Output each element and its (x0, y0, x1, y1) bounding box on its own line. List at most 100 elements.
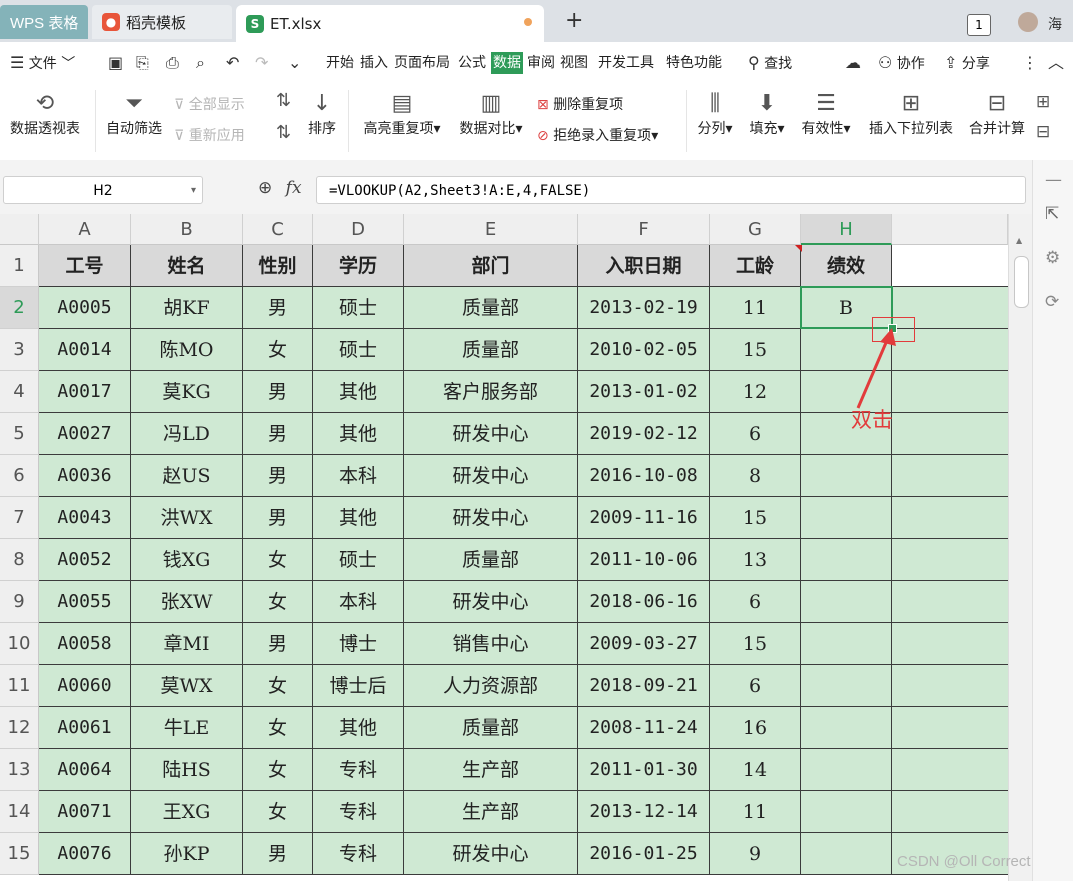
column-header-c[interactable]: C (243, 214, 313, 245)
table-cell[interactable]: 11 (710, 287, 801, 329)
table-cell[interactable]: 王XG (131, 791, 243, 833)
table-cell[interactable]: 14 (710, 749, 801, 791)
settings-sliders-icon[interactable]: ⚙ (1045, 248, 1060, 268)
table-cell[interactable] (801, 581, 892, 623)
history-icon[interactable]: ⟳ (1045, 292, 1059, 312)
insert-dropdown-button[interactable]: ⊞ 插入下拉列表 (864, 90, 958, 138)
table-cell[interactable]: 12 (710, 371, 801, 413)
table-cell[interactable]: 女 (243, 749, 313, 791)
reapply-button[interactable]: ⊽ 重新应用 (174, 125, 245, 145)
table-cell[interactable]: 质量部 (404, 329, 578, 371)
table-cell[interactable]: 其他 (313, 371, 404, 413)
table-cell[interactable]: 客户服务部 (404, 371, 578, 413)
tab-wps-sheets[interactable]: WPS 表格 (0, 5, 88, 39)
table-cell-blank[interactable] (892, 413, 1008, 455)
table-cell-blank[interactable] (892, 245, 1008, 287)
table-cell[interactable]: 牛LE (131, 707, 243, 749)
table-cell[interactable]: 2009-03-27 (578, 623, 710, 665)
table-cell[interactable]: 6 (710, 665, 801, 707)
avatar[interactable] (1018, 12, 1038, 32)
table-cell[interactable] (801, 665, 892, 707)
tab-et-xlsx[interactable]: S ET.xlsx (236, 5, 544, 42)
ribbon-more-icon[interactable]: ⊞ (1036, 92, 1050, 112)
row-header-12[interactable]: 12 (0, 707, 39, 749)
table-cell[interactable]: A0052 (39, 539, 131, 581)
row-header-8[interactable]: 8 (0, 539, 39, 581)
table-cell-blank[interactable] (892, 791, 1008, 833)
table-cell[interactable]: 8 (710, 455, 801, 497)
table-cell[interactable]: 2016-10-08 (578, 455, 710, 497)
table-cell[interactable]: 研发中心 (404, 455, 578, 497)
table-cell[interactable]: 男 (243, 833, 313, 875)
table-cell[interactable]: A0076 (39, 833, 131, 875)
table-cell[interactable]: 15 (710, 623, 801, 665)
table-cell[interactable]: A0058 (39, 623, 131, 665)
table-header-cell[interactable]: 绩效 (801, 245, 892, 287)
row-header-5[interactable]: 5 (0, 413, 39, 455)
collab-button[interactable]: ⚇ 协作 (878, 52, 925, 74)
show-all-button[interactable]: ⊽ 全部显示 (174, 94, 245, 114)
table-cell[interactable]: 孙KP (131, 833, 243, 875)
table-cell[interactable]: 2009-11-16 (578, 497, 710, 539)
sort-descending-icon[interactable]: ⇅ (276, 122, 291, 143)
undo-icon[interactable]: ↶ (226, 52, 239, 74)
window-count-badge[interactable]: 1 (967, 14, 991, 36)
print-icon[interactable]: ⎙ (166, 52, 179, 74)
table-cell[interactable]: 13 (710, 539, 801, 581)
table-cell[interactable]: 2010-02-05 (578, 329, 710, 371)
table-cell[interactable]: 莫KG (131, 371, 243, 413)
panel-toggle-icon[interactable]: — (1045, 170, 1062, 190)
table-cell[interactable]: 2011-01-30 (578, 749, 710, 791)
table-header-cell[interactable]: 工号 (39, 245, 131, 287)
table-cell[interactable]: 质量部 (404, 287, 578, 329)
table-cell[interactable]: 研发中心 (404, 833, 578, 875)
sort-button[interactable]: ↓ 排序 (304, 90, 340, 138)
table-cell[interactable]: 女 (243, 665, 313, 707)
redo-icon[interactable]: ↷ (255, 52, 268, 74)
delete-duplicates-button[interactable]: ⊠ 删除重复项 (537, 94, 623, 114)
menu-review[interactable]: 审阅 (527, 52, 555, 74)
vertical-scrollbar[interactable]: ▲ (1008, 214, 1033, 881)
table-cell-blank[interactable] (892, 455, 1008, 497)
table-cell[interactable]: 陈MO (131, 329, 243, 371)
column-header-a[interactable]: A (39, 214, 131, 245)
table-cell[interactable]: 硕士 (313, 329, 404, 371)
formula-input[interactable]: =VLOOKUP(A2,Sheet3!A:E,4,FALSE) (316, 176, 1026, 204)
row-header-13[interactable]: 13 (0, 749, 39, 791)
table-cell[interactable]: 销售中心 (404, 623, 578, 665)
column-header-g[interactable]: G (710, 214, 801, 245)
table-cell[interactable]: 质量部 (404, 707, 578, 749)
table-cell[interactable]: 洪WX (131, 497, 243, 539)
table-cell[interactable]: 赵US (131, 455, 243, 497)
table-cell-blank[interactable] (892, 665, 1008, 707)
table-cell[interactable]: A0017 (39, 371, 131, 413)
quick-access-dropdown-icon[interactable]: ⌄ (288, 52, 301, 74)
table-cell[interactable]: 15 (710, 497, 801, 539)
table-cell[interactable]: 博士 (313, 623, 404, 665)
table-header-cell[interactable]: 部门 (404, 245, 578, 287)
table-cell[interactable]: 胡KF (131, 287, 243, 329)
table-cell-blank[interactable] (892, 581, 1008, 623)
table-header-cell[interactable]: 姓名 (131, 245, 243, 287)
fill-button[interactable]: ⬇ 填充▾ (745, 90, 789, 138)
table-cell[interactable]: 张XW (131, 581, 243, 623)
table-cell[interactable]: 生产部 (404, 749, 578, 791)
column-header-h[interactable]: H (801, 214, 892, 245)
table-cell[interactable]: 女 (243, 539, 313, 581)
table-cell[interactable]: 男 (243, 455, 313, 497)
select-all-corner[interactable] (0, 214, 39, 245)
table-cell[interactable]: 2011-10-06 (578, 539, 710, 581)
table-cell[interactable]: A0014 (39, 329, 131, 371)
table-cell[interactable]: 11 (710, 791, 801, 833)
reject-duplicates-button[interactable]: ⊘ 拒绝录入重复项▾ (537, 125, 658, 145)
menu-developer[interactable]: 开发工具 (598, 52, 654, 74)
menu-home[interactable]: 开始 (326, 52, 354, 74)
table-cell[interactable]: 钱XG (131, 539, 243, 581)
table-cell[interactable]: 其他 (313, 497, 404, 539)
table-cell[interactable]: 2018-06-16 (578, 581, 710, 623)
table-cell-blank[interactable] (892, 749, 1008, 791)
column-header-blank[interactable] (892, 214, 1008, 245)
row-header-10[interactable]: 10 (0, 623, 39, 665)
table-cell-blank[interactable] (892, 623, 1008, 665)
table-header-cell[interactable]: 学历 (313, 245, 404, 287)
